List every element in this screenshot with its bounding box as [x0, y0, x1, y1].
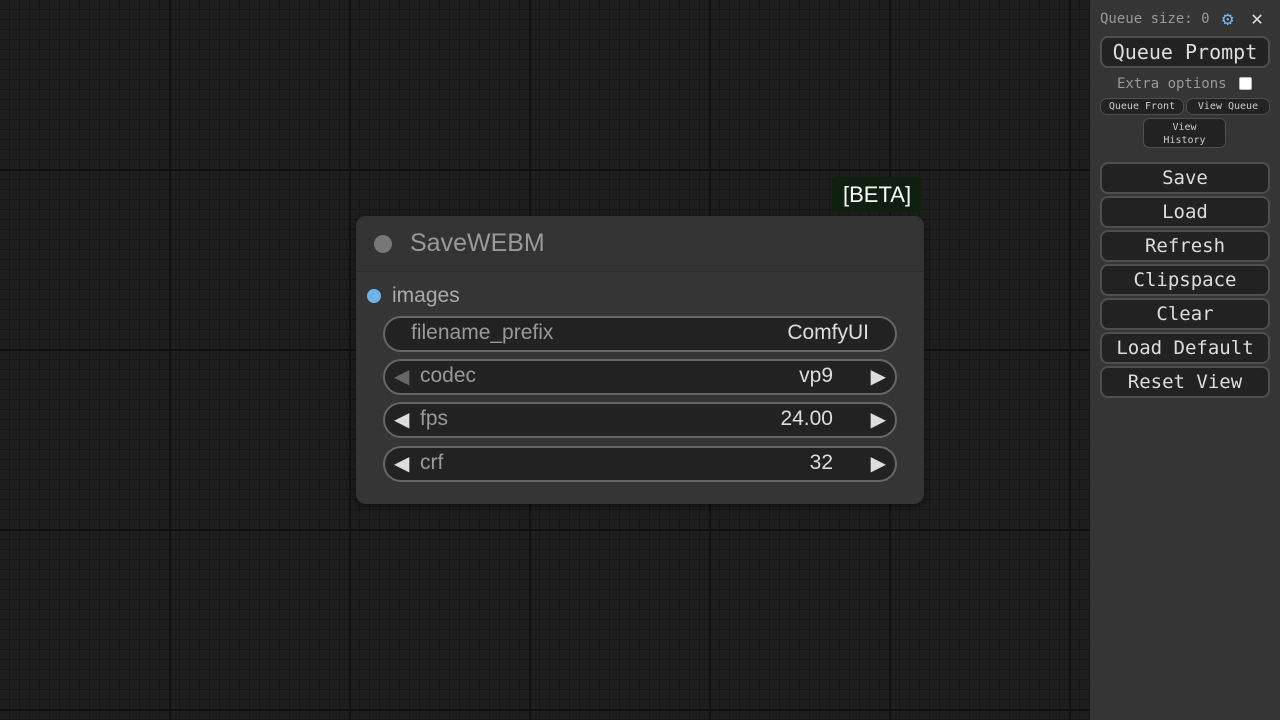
widget-value: 24.00 — [780, 407, 833, 430]
fps-widget[interactable]: ◀ fps 24.00 ▶ — [383, 402, 897, 438]
images-input-label: images — [392, 284, 460, 307]
queue-size-label: Queue size: 0 — [1100, 11, 1210, 27]
triangle-left-icon[interactable]: ◀ — [394, 364, 409, 389]
reset-view-button[interactable]: Reset View — [1100, 366, 1270, 398]
view-queue-button[interactable]: View Queue — [1186, 98, 1270, 115]
extra-options-checkbox[interactable] — [1239, 77, 1252, 90]
widget-value: ComfyUI — [787, 321, 869, 344]
widget-value: 32 — [809, 451, 833, 474]
codec-widget[interactable]: ◀ codec vp9 ▶ — [383, 359, 897, 395]
filename-prefix-widget[interactable]: filename_prefix ComfyUI — [383, 316, 897, 352]
triangle-left-icon[interactable]: ◀ — [394, 407, 409, 432]
crf-widget[interactable]: ◀ crf 32 ▶ — [383, 446, 897, 482]
queue-front-button[interactable]: Queue Front — [1100, 98, 1184, 115]
gear-icon[interactable]: ⚙ — [1222, 8, 1233, 30]
node-title: SaveWEBM — [410, 229, 545, 257]
load-default-button[interactable]: Load Default — [1100, 332, 1270, 364]
widget-label: filename_prefix — [411, 321, 554, 344]
save-webm-node[interactable]: SaveWEBM images filename_prefix ComfyUI … — [356, 216, 924, 504]
clipspace-button[interactable]: Clipspace — [1100, 264, 1270, 296]
images-input-slot[interactable] — [367, 289, 381, 303]
beta-badge: [BETA] — [832, 177, 923, 212]
close-icon[interactable]: ✕ — [1251, 6, 1263, 30]
refresh-button[interactable]: Refresh — [1100, 230, 1270, 262]
triangle-right-icon[interactable]: ▶ — [871, 407, 886, 432]
save-button[interactable]: Save — [1100, 162, 1270, 194]
node-title-bar[interactable]: SaveWEBM — [356, 216, 924, 272]
triangle-right-icon[interactable]: ▶ — [871, 451, 886, 476]
widget-label: fps — [420, 407, 449, 430]
clear-button[interactable]: Clear — [1100, 298, 1270, 330]
extra-options-label: Extra options — [1117, 76, 1227, 92]
queue-prompt-button[interactable]: Queue Prompt — [1100, 36, 1270, 68]
triangle-left-icon[interactable]: ◀ — [394, 451, 409, 476]
comfy-menu: Queue size: 0 ⚙ ✕ Queue Prompt Extra opt… — [1090, 0, 1280, 720]
collapse-dot-icon[interactable] — [374, 235, 392, 253]
view-history-button[interactable]: View History — [1143, 118, 1226, 148]
load-button[interactable]: Load — [1100, 196, 1270, 228]
widget-label: crf — [420, 451, 444, 474]
triangle-right-icon[interactable]: ▶ — [871, 364, 886, 389]
widget-value: vp9 — [799, 364, 833, 387]
widget-label: codec — [420, 364, 477, 387]
